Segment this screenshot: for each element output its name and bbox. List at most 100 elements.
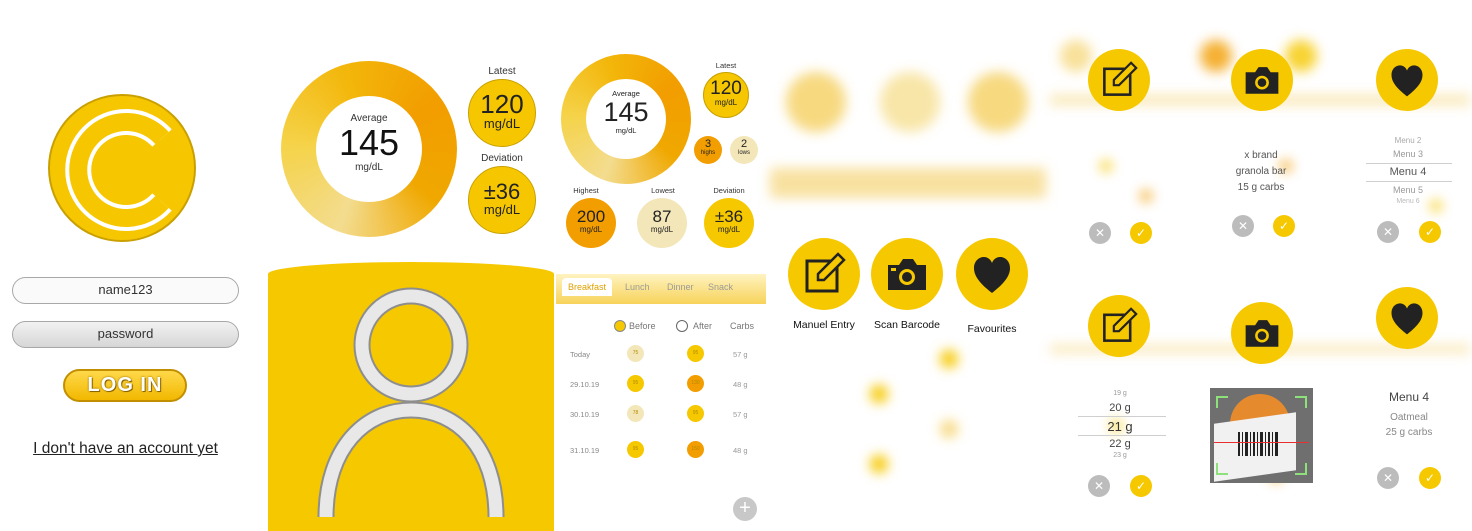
latest-label: Latest — [715, 61, 737, 70]
highs-badge: 3 highs — [694, 136, 722, 164]
picker-divider — [1078, 416, 1166, 417]
deviation-label: Deviation — [481, 153, 523, 164]
deviation-circle: ±36 mg/dL — [468, 166, 536, 234]
confirm-button[interactable]: ✓ — [1130, 222, 1152, 244]
scan-barcode-button[interactable] — [871, 238, 943, 310]
add-entry-button[interactable]: + — [733, 497, 757, 521]
table-row[interactable]: 29.10.19 95 130 48 g — [556, 372, 766, 398]
picker-divider — [1078, 435, 1166, 436]
gram-picker-selected[interactable]: 21 g — [1078, 419, 1162, 434]
c-logo-icon — [65, 109, 172, 231]
menu-picker-item[interactable]: Menu 5 — [1366, 185, 1450, 195]
deviation-unit: mg/dL — [483, 202, 521, 217]
profile-panel[interactable] — [268, 262, 554, 531]
confirm-button[interactable]: ✓ — [1130, 475, 1152, 497]
row-carbs: 48 g — [733, 380, 748, 389]
table-row[interactable]: 31.10.19 95 150 48 g — [556, 438, 766, 464]
average-unit: mg/dL — [355, 162, 383, 173]
deviation-value: ±36 — [483, 179, 521, 204]
gram-picker-item[interactable]: 22 g — [1078, 438, 1162, 450]
average-unit: mg/dL — [615, 126, 637, 135]
lowest-unit: mg/dL — [650, 225, 674, 234]
tab-lunch[interactable]: Lunch — [625, 282, 650, 292]
edit-icon — [805, 252, 846, 293]
menu-picker-item[interactable]: Menu 3 — [1366, 149, 1450, 159]
manual-entry-button[interactable] — [1088, 295, 1150, 357]
favourites-label: Favourites — [967, 323, 1017, 335]
username-input[interactable]: name123 — [12, 277, 239, 304]
edit-icon — [1103, 61, 1138, 96]
before-dot: 75 — [627, 345, 644, 362]
login-button[interactable]: LOG IN — [63, 369, 187, 402]
tab-dinner[interactable]: Dinner — [667, 282, 694, 292]
highest-unit: mg/dL — [579, 225, 603, 234]
lowest-circle: 87 mg/dL — [637, 198, 687, 248]
edit-icon — [1103, 307, 1138, 342]
picker-divider — [1366, 163, 1452, 164]
lowest-label: Lowest — [651, 186, 675, 195]
menu-picker-item[interactable]: Menu 2 — [1366, 136, 1450, 145]
heart-icon — [1391, 65, 1423, 97]
after-dot: 95 — [687, 405, 704, 422]
highest-value: 200 — [576, 207, 606, 226]
average-value: 145 — [338, 122, 400, 163]
tab-breakfast[interactable]: Breakfast — [562, 278, 613, 296]
latest-label: Latest — [488, 66, 516, 77]
before-dot: 95 — [627, 441, 644, 458]
table-row[interactable]: Today 75 95 57 g — [556, 342, 766, 368]
confirm-button[interactable]: ✓ — [1419, 467, 1441, 489]
password-input[interactable]: password — [12, 321, 239, 348]
no-account-link[interactable]: I don't have an account yet — [12, 440, 239, 458]
row-carbs: 57 g — [733, 350, 748, 359]
highest-label: Highest — [573, 186, 599, 195]
cancel-button[interactable]: ✕ — [1232, 215, 1254, 237]
tab-snack[interactable]: Snack — [708, 282, 733, 292]
row-date: 30.10.19 — [570, 410, 600, 419]
after-dot: 95 — [687, 345, 704, 362]
row-date: 29.10.19 — [570, 380, 600, 389]
menu-picker-selected[interactable]: Menu 4 — [1366, 166, 1450, 178]
before-label: Before — [629, 321, 656, 331]
table-row[interactable]: 30.10.19 78 95 57 g — [556, 402, 766, 428]
favourite-food: Oatmeal — [1390, 412, 1428, 423]
gram-picker-item[interactable]: 19 g — [1078, 390, 1162, 397]
latest-value: 120 — [480, 89, 524, 119]
average-readout-small: Average 145 mg/dL — [586, 79, 666, 159]
confirm-button[interactable]: ✓ — [1273, 215, 1295, 237]
manual-entry-button[interactable] — [1088, 49, 1150, 111]
gram-picker-item[interactable]: 23 g — [1078, 452, 1162, 459]
user-avatar-icon — [317, 287, 505, 518]
scan-barcode-button[interactable] — [1231, 302, 1293, 364]
favourites-button[interactable] — [1376, 287, 1438, 349]
manual-entry-label: Manuel Entry — [793, 319, 855, 331]
favourites-button[interactable] — [1376, 49, 1438, 111]
deviation-label: Deviation — [713, 186, 745, 195]
highs-value: 3 — [704, 138, 712, 150]
cancel-button[interactable]: ✕ — [1089, 222, 1111, 244]
average-readout: Average 145 mg/dL — [316, 96, 422, 202]
camera-icon — [1245, 67, 1279, 94]
row-carbs: 48 g — [733, 446, 748, 455]
latest-unit: mg/dL — [483, 116, 521, 131]
favourite-carbs: 25 g carbs — [1385, 427, 1433, 438]
cancel-button[interactable]: ✕ — [1088, 475, 1110, 497]
after-radio[interactable] — [676, 320, 688, 332]
cancel-button[interactable]: ✕ — [1377, 221, 1399, 243]
manual-entry-button[interactable] — [788, 238, 860, 310]
meal-tabs: Breakfast Lunch Dinner Snack — [556, 274, 766, 304]
before-radio[interactable] — [614, 320, 626, 332]
scan-barcode-button[interactable] — [1231, 49, 1293, 111]
gram-picker-item[interactable]: 20 g — [1078, 402, 1162, 414]
lows-value: 2 — [740, 138, 748, 150]
row-date: Today — [570, 350, 591, 359]
cancel-button[interactable]: ✕ — [1377, 467, 1399, 489]
menu-picker-item[interactable]: Menu 6 — [1366, 198, 1450, 205]
before-dot: 78 — [627, 405, 644, 422]
highs-label: highs — [700, 150, 716, 156]
carbs-header: Carbs — [730, 321, 755, 331]
confirm-button[interactable]: ✓ — [1419, 221, 1441, 243]
scan-barcode-label: Scan Barcode — [874, 319, 940, 331]
lowest-value: 87 — [652, 207, 672, 226]
deviation-unit: mg/dL — [717, 225, 741, 234]
favourites-button[interactable] — [956, 238, 1028, 310]
